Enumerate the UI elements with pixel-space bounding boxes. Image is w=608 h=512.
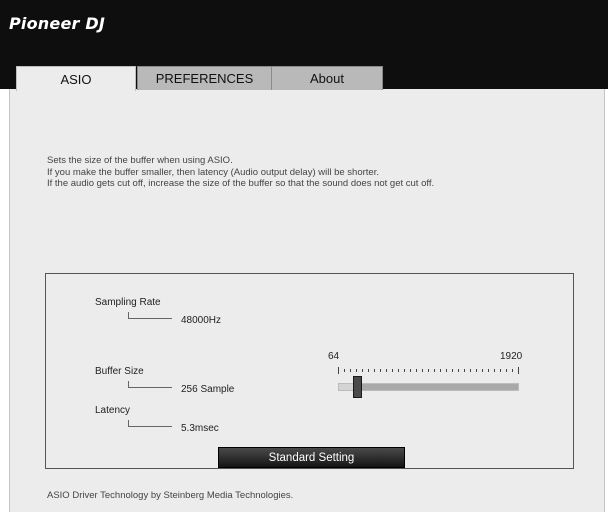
slider-tick [338, 367, 339, 374]
slider-tick [380, 369, 381, 372]
buffer-size-label: Buffer Size [95, 366, 144, 377]
latency-value: 5.3msec [181, 423, 219, 434]
slider-thumb[interactable] [353, 376, 363, 398]
slider-tick [362, 369, 363, 372]
tree-connector [128, 381, 172, 388]
slider-tick [434, 369, 435, 372]
slider-tick [500, 369, 501, 372]
description-text: Sets the size of the buffer when using A… [47, 155, 434, 190]
footer-text: ASIO Driver Technology by Steinberg Medi… [47, 490, 294, 501]
slider-tick [482, 369, 483, 372]
tree-connector [128, 420, 172, 427]
slider-tick [494, 369, 495, 372]
slider-tick [518, 367, 519, 374]
slider-tick [470, 369, 471, 372]
sampling-rate-value: 48000Hz [181, 315, 222, 326]
buffer-size-slider[interactable] [338, 383, 519, 391]
slider-tick [506, 369, 507, 372]
tree-connector [128, 312, 172, 319]
slider-tick [458, 369, 459, 372]
description-line: If the audio gets cut off, increase the … [47, 178, 435, 189]
slider-tick [512, 369, 513, 372]
slider-tick [344, 369, 345, 372]
slider-tick [386, 369, 387, 372]
slider-tick [428, 369, 429, 372]
slider-tick [410, 369, 411, 372]
slider-tick [416, 369, 417, 372]
buffer-size-value: 256 Sample [181, 384, 235, 395]
slider-tick [464, 369, 465, 372]
slider-tick [350, 369, 351, 372]
slider-max-label: 1920 [500, 351, 523, 362]
slider-tick [404, 369, 405, 372]
tab-about[interactable]: About [271, 66, 383, 90]
slider-tick [392, 369, 393, 372]
slider-tick [440, 369, 441, 372]
latency-label: Latency [95, 405, 131, 416]
tab-preferences[interactable]: PREFERENCES [137, 66, 272, 90]
description-line: If you make the buffer smaller, then lat… [47, 166, 379, 178]
slider-tick [452, 369, 453, 372]
sampling-rate-label: Sampling Rate [95, 297, 161, 308]
description-line: Sets the size of the buffer when using A… [47, 155, 233, 166]
slider-ticks [338, 367, 519, 374]
slider-tick [446, 369, 447, 372]
slider-tick [374, 369, 375, 372]
slider-min-label: 64 [328, 351, 340, 362]
slider-tick [398, 369, 399, 372]
tab-asio[interactable]: ASIO [16, 66, 136, 91]
slider-tick [488, 369, 489, 372]
slider-tick [368, 369, 369, 372]
pioneer-dj-logo: Pioneer DJ [9, 14, 105, 33]
standard-setting-button[interactable]: Standard Setting [218, 447, 405, 468]
slider-tick [422, 369, 423, 372]
slider-tick [356, 369, 357, 372]
slider-tick [476, 369, 477, 372]
